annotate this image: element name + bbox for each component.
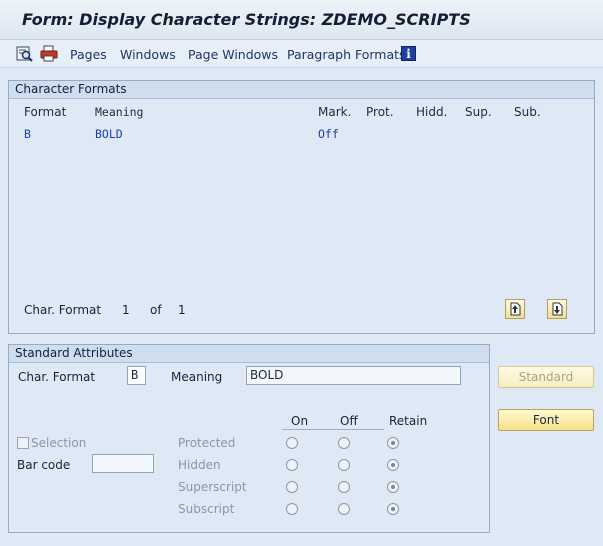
meaning-label: Meaning (171, 370, 223, 384)
subscript-on-radio[interactable] (286, 503, 298, 515)
col-meaning[interactable]: Meaning (95, 105, 143, 119)
subscript-label: Subscript (178, 502, 235, 516)
col-on-header: On (291, 414, 309, 428)
col-prot[interactable]: Prot. (366, 105, 394, 119)
standard-attributes-header: Standard Attributes (9, 345, 489, 363)
info-icon[interactable]: i (401, 46, 416, 61)
superscript-retain-radio[interactable] (387, 481, 399, 493)
protected-label: Protected (178, 436, 236, 450)
protected-retain-radio[interactable] (387, 437, 399, 449)
bar-code-field[interactable] (92, 454, 154, 473)
superscript-on-radio[interactable] (286, 481, 298, 493)
selection-label: Selection (31, 436, 87, 450)
windows-link[interactable]: Windows (120, 47, 176, 62)
selection-checkbox[interactable] (17, 437, 29, 449)
page-up-icon (510, 302, 521, 316)
pages-link[interactable]: Pages (70, 47, 107, 62)
character-formats-header: Character Formats (9, 81, 594, 99)
standard-button[interactable]: Standard (498, 366, 594, 388)
char-format-label: Char. Format (18, 370, 96, 384)
superscript-label: Superscript (178, 480, 247, 494)
hidden-label: Hidden (178, 458, 221, 472)
font-button[interactable]: Font (498, 409, 594, 431)
superscript-off-radio[interactable] (338, 481, 350, 493)
hidden-off-radio[interactable] (338, 459, 350, 471)
print-icon[interactable] (40, 45, 58, 63)
hidden-retain-radio[interactable] (387, 459, 399, 471)
col-mark[interactable]: Mark. (318, 105, 351, 119)
previous-page-button[interactable] (505, 299, 525, 319)
col-sup[interactable]: Sup. (465, 105, 492, 119)
protected-off-radio[interactable] (338, 437, 350, 449)
col-retain-header: Retain (389, 414, 428, 428)
footer-current: 1 (122, 303, 130, 317)
footer-of: of (150, 303, 162, 317)
title-bar: Form: Display Character Strings: ZDEMO_S… (0, 0, 603, 40)
col-hidd[interactable]: Hidd. (416, 105, 447, 119)
col-off-header: Off (340, 414, 358, 428)
row-meaning-cell[interactable]: BOLD (95, 127, 123, 141)
row-format-cell[interactable]: B (24, 127, 31, 141)
col-sub[interactable]: Sub. (514, 105, 541, 119)
footer-total: 1 (178, 303, 186, 317)
subscript-retain-radio[interactable] (387, 503, 399, 515)
find-icon[interactable] (16, 45, 34, 63)
application-toolbar: Pages Windows Page Windows Paragraph For… (0, 40, 603, 68)
header-divider (282, 429, 384, 430)
char-format-footer-label: Char. Format (24, 303, 102, 317)
next-page-button[interactable] (547, 299, 567, 319)
hidden-on-radio[interactable] (286, 459, 298, 471)
page-windows-link[interactable]: Page Windows (188, 47, 278, 62)
bar-code-label: Bar code (17, 458, 71, 472)
char-format-field[interactable]: B (127, 366, 146, 385)
window-title: Form: Display Character Strings: ZDEMO_S… (22, 10, 471, 29)
paragraph-formats-link[interactable]: Paragraph Formats (287, 47, 406, 62)
col-format[interactable]: Format (24, 105, 66, 119)
protected-on-radio[interactable] (286, 437, 298, 449)
row-mark-cell[interactable]: Off (318, 127, 339, 141)
page-down-icon (552, 302, 563, 316)
meaning-field[interactable]: BOLD (246, 366, 461, 385)
subscript-off-radio[interactable] (338, 503, 350, 515)
